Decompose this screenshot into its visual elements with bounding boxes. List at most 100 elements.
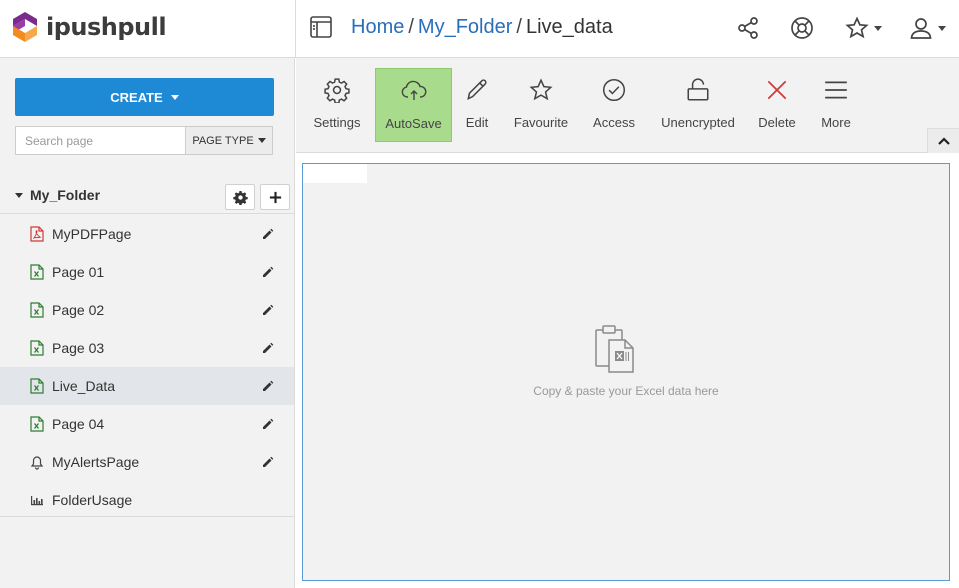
excel-file-icon xyxy=(30,378,44,394)
encryption-label: Unencrypted xyxy=(661,115,735,130)
header-divider xyxy=(295,0,296,58)
breadcrumb-separator: / xyxy=(408,16,414,38)
excel-file-icon xyxy=(30,416,44,432)
page-toolbar: Settings AutoSave Edit Favourite Access … xyxy=(296,58,959,153)
collapse-toolbar-button[interactable] xyxy=(927,128,959,153)
page-item-mypdfpage[interactable]: MyPDFPage xyxy=(0,215,294,253)
app-header: ipushpull Home / My_Folder / Live_data xyxy=(0,0,959,58)
create-button-label: CREATE xyxy=(110,89,163,105)
access-label: Access xyxy=(593,115,635,130)
page-item-myalertspage[interactable]: MyAlertsPage xyxy=(0,443,294,481)
gear-icon xyxy=(324,78,350,103)
page-layout-icon xyxy=(310,16,332,38)
favourite-label: Favourite xyxy=(513,115,569,130)
folder-collapse-toggle[interactable] xyxy=(15,193,23,198)
page-item-page-01[interactable]: Page 01 xyxy=(0,253,294,291)
chevron-up-icon xyxy=(937,137,950,145)
pencil-icon[interactable] xyxy=(262,456,274,468)
more-label: More xyxy=(821,115,851,130)
help-button[interactable] xyxy=(790,14,814,42)
chevron-down-icon xyxy=(257,138,266,143)
help-lifebuoy-icon xyxy=(791,17,813,39)
ipushpull-logo[interactable]: ipushpull xyxy=(10,10,167,44)
chevron-down-icon xyxy=(170,94,179,100)
pencil-icon[interactable] xyxy=(262,304,274,316)
folder-header: My_Folder xyxy=(0,178,294,214)
page-search: PAGE TYPE xyxy=(15,126,273,155)
plus-icon xyxy=(269,191,281,203)
page-content: Copy & paste your Excel data here xyxy=(296,153,959,588)
user-menu-button[interactable] xyxy=(909,14,946,42)
create-button[interactable]: CREATE xyxy=(15,78,274,116)
autosave-label: AutoSave xyxy=(385,116,442,131)
page-item-label: Page 02 xyxy=(52,302,105,318)
page-item-label: Page 04 xyxy=(52,416,105,432)
autosave-toggle[interactable]: AutoSave xyxy=(375,68,452,142)
page-item-label: Page 01 xyxy=(52,264,105,280)
pencil-icon[interactable] xyxy=(262,418,274,430)
excel-file-icon xyxy=(30,302,44,318)
excel-file-icon xyxy=(30,340,44,356)
page-item-folderusage[interactable]: FolderUsage xyxy=(0,481,294,519)
sidebar: CREATE PAGE TYPE My_Folder MyPDFPage xyxy=(0,58,295,588)
page-item-page-02[interactable]: Page 02 xyxy=(0,291,294,329)
page-item-label: FolderUsage xyxy=(52,492,133,508)
excel-file-icon xyxy=(30,264,44,280)
page-item-page-03[interactable]: Page 03 xyxy=(0,329,294,367)
cloud-upload-icon xyxy=(401,80,426,100)
chevron-down-icon xyxy=(938,25,946,31)
sidebar-divider xyxy=(0,516,294,517)
edit-button[interactable]: Edit xyxy=(459,68,495,142)
folder-name[interactable]: My_Folder xyxy=(30,187,100,203)
pencil-icon[interactable] xyxy=(262,342,274,354)
clipboard-excel-icon xyxy=(595,325,634,373)
settings-button[interactable]: Settings xyxy=(306,68,368,142)
user-icon xyxy=(910,18,932,39)
page-item-label: Page 03 xyxy=(52,340,105,356)
access-button[interactable]: Access xyxy=(588,68,640,142)
excel-paste-area[interactable]: Copy & paste your Excel data here xyxy=(302,163,950,581)
favourites-menu-button[interactable] xyxy=(845,14,882,42)
settings-label: Settings xyxy=(313,115,361,130)
pencil-icon[interactable] xyxy=(262,228,274,240)
page-item-live-data[interactable]: Live_Data xyxy=(0,367,294,405)
paste-hint-text: Copy & paste your Excel data here xyxy=(533,384,719,398)
grid-corner-cell xyxy=(303,164,367,183)
star-icon xyxy=(529,78,553,101)
breadcrumb-folder[interactable]: My_Folder xyxy=(418,16,512,38)
check-circle-icon xyxy=(602,78,626,102)
breadcrumb-home[interactable]: Home xyxy=(351,16,404,38)
share-icon xyxy=(738,17,758,39)
close-icon xyxy=(767,80,787,100)
page-type-filter-button[interactable]: PAGE TYPE xyxy=(185,126,273,155)
bell-icon xyxy=(30,456,44,470)
pencil-icon[interactable] xyxy=(262,380,274,392)
edit-label: Edit xyxy=(465,115,489,130)
page-item-label: Live_Data xyxy=(52,378,116,394)
share-button[interactable] xyxy=(736,14,760,42)
delete-label: Delete xyxy=(758,115,796,130)
page-item-page-04[interactable]: Page 04 xyxy=(0,405,294,443)
page-type-label: PAGE TYPE xyxy=(192,134,254,147)
add-page-button[interactable] xyxy=(260,184,290,210)
folder-settings-button[interactable] xyxy=(225,184,255,210)
bar-chart-icon xyxy=(31,496,43,506)
ipushpull-logo-icon xyxy=(13,12,37,42)
unlock-icon xyxy=(687,78,709,101)
pencil-icon[interactable] xyxy=(262,266,274,278)
delete-button[interactable]: Delete xyxy=(755,68,799,142)
page-item-label: MyAlertsPage xyxy=(52,454,140,470)
page-list: MyPDFPage Page 01 Page 02 Page 03 Live_D… xyxy=(0,215,294,519)
pencil-icon xyxy=(467,79,487,101)
brand-name: ipushpull xyxy=(46,13,167,41)
pdf-file-icon xyxy=(30,226,44,242)
encryption-button[interactable]: Unencrypted xyxy=(658,68,738,142)
breadcrumb: Home / My_Folder / Live_data xyxy=(351,16,613,39)
search-page-input[interactable] xyxy=(15,126,185,155)
breadcrumb-current-page: Live_data xyxy=(525,16,613,38)
breadcrumb-separator: / xyxy=(516,16,522,38)
favourite-button[interactable]: Favourite xyxy=(511,68,571,142)
more-menu-button[interactable]: More xyxy=(818,68,854,142)
page-item-label: MyPDFPage xyxy=(52,226,132,242)
menu-icon xyxy=(825,81,847,99)
